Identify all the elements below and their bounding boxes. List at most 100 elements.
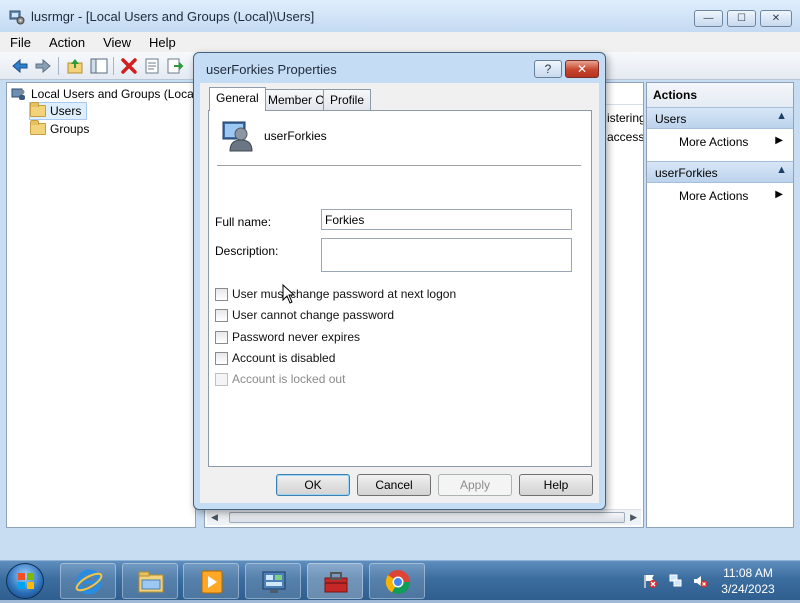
menu-help[interactable]: Help (139, 35, 184, 50)
control-panel-icon (262, 571, 286, 593)
checkbox-must-change-password[interactable]: User must change password at next logon (215, 287, 456, 301)
user-properties-dialog: userForkies Properties ? ✕ General Membe… (193, 52, 606, 510)
action-center-flag-icon[interactable] (642, 573, 658, 589)
mouse-cursor-icon (282, 284, 296, 304)
general-tab-panel: userForkies Full name: Description: User… (208, 110, 592, 467)
action-more-actions[interactable]: More Actions ▶ (647, 132, 793, 152)
checkbox-label: Account is locked out (232, 372, 346, 386)
users-groups-icon (11, 88, 25, 100)
checkbox[interactable] (215, 287, 228, 301)
checkbox-cannot-change-password[interactable]: User cannot change password (215, 308, 394, 322)
menu-view[interactable]: View (93, 35, 139, 50)
dialog-help-button[interactable]: ? (534, 60, 562, 78)
menu-file[interactable]: File (0, 35, 39, 50)
help-button[interactable]: Help (519, 474, 593, 496)
horizontal-scrollbar[interactable]: ◀ ▶ (207, 509, 641, 525)
back-arrow-icon[interactable] (11, 57, 29, 75)
tree-item-groups[interactable]: Groups (30, 120, 89, 138)
export-list-icon[interactable] (166, 57, 184, 75)
delete-icon[interactable] (120, 57, 138, 75)
toolbar-separator (58, 57, 59, 75)
clock[interactable]: 11:08 AM 3/24/2023 (712, 565, 784, 597)
close-button[interactable]: ✕ (760, 10, 792, 27)
checkbox[interactable] (215, 330, 228, 344)
scroll-right-icon[interactable]: ▶ (630, 512, 637, 523)
console-tree: Local Users and Groups (Local) Users Gro… (6, 82, 200, 528)
media-player-icon (201, 570, 223, 594)
status-bar (0, 530, 800, 560)
description-label: Description: (215, 244, 279, 258)
folder-icon (30, 120, 46, 135)
tree-root[interactable]: Local Users and Groups (Local) (11, 85, 200, 103)
menu-action[interactable]: Action (39, 35, 93, 50)
action-section-userforkies[interactable]: userForkies ▲ (647, 161, 793, 183)
list-cell-fragment: access t (607, 130, 643, 144)
forward-arrow-icon[interactable] (34, 57, 52, 75)
actions-title: Actions (647, 83, 793, 107)
computer-management-icon (9, 10, 25, 25)
action-more-actions[interactable]: More Actions ▶ (647, 186, 793, 206)
user-account-icon (222, 121, 253, 152)
cancel-button[interactable]: Cancel (357, 474, 431, 496)
window-title: lusrmgr - [Local Users and Groups (Local… (31, 9, 315, 24)
apply-button: Apply (438, 474, 512, 496)
start-button[interactable] (6, 563, 44, 599)
taskbar-control-panel[interactable] (245, 563, 301, 599)
description-input[interactable] (321, 238, 572, 272)
taskbar-chrome[interactable] (369, 563, 425, 599)
file-explorer-icon (138, 571, 164, 593)
dialog-body: General Member Of Profile userForkies Fu… (200, 83, 599, 503)
taskbar-internet-explorer[interactable] (60, 563, 116, 599)
chrome-icon (385, 570, 410, 595)
dialog-close-button[interactable]: ✕ (565, 60, 599, 78)
checkbox-account-locked-out: Account is locked out (215, 372, 345, 386)
internet-explorer-icon (75, 569, 103, 595)
taskbar-file-explorer[interactable] (122, 563, 178, 599)
scroll-left-icon[interactable]: ◀ (211, 512, 218, 523)
checkbox[interactable] (215, 308, 228, 322)
checkbox-account-disabled[interactable]: Account is disabled (215, 351, 335, 365)
taskbar: 11:08 AM 3/24/2023 (0, 560, 800, 600)
fullname-label: Full name: (215, 215, 272, 229)
checkbox-password-never-expires[interactable]: Password never expires (215, 330, 360, 344)
action-item-label: More Actions (679, 135, 749, 149)
window-titlebar[interactable]: lusrmgr - [Local Users and Groups (Local… (0, 0, 800, 32)
action-section-label: userForkies (655, 166, 718, 180)
toolbox-icon (324, 572, 348, 593)
submenu-arrow-icon: ▶ (775, 135, 783, 146)
tab-profile[interactable]: Profile (323, 89, 372, 110)
tree-item-users[interactable]: Users (29, 102, 87, 120)
menu-bar: File Action View Help (0, 32, 800, 52)
properties-icon[interactable] (143, 57, 161, 75)
checkbox-label: Account is disabled (232, 351, 336, 365)
show-hide-tree-icon[interactable] (90, 57, 108, 75)
taskbar-computer-management[interactable] (307, 563, 363, 599)
submenu-arrow-icon: ▶ (775, 189, 783, 200)
action-item-label: More Actions (679, 189, 749, 203)
tree-item-label: Groups (50, 122, 90, 136)
actions-pane: Actions Users ▲ More Actions ▶ userForki… (646, 82, 794, 528)
minimize-button[interactable]: — (694, 10, 723, 27)
ok-button[interactable]: OK (276, 474, 350, 496)
tab-general[interactable]: General (209, 87, 266, 111)
action-section-users[interactable]: Users ▲ (647, 107, 793, 129)
list-cell-fragment: istering (607, 111, 643, 125)
clock-date: 3/24/2023 (721, 582, 775, 596)
dialog-title: userForkies Properties (206, 62, 337, 77)
checkbox-label: User must change password at next logon (232, 287, 457, 301)
up-folder-icon[interactable] (66, 57, 84, 75)
collapse-icon[interactable]: ▲ (776, 110, 787, 122)
volume-muted-icon[interactable] (692, 573, 708, 589)
checkbox-label: Password never expires (232, 330, 361, 344)
tree-root-label: Local Users and Groups (Local) (31, 87, 201, 101)
network-icon[interactable] (668, 573, 684, 589)
action-section-label: Users (655, 112, 687, 126)
maximize-button[interactable]: ☐ (727, 10, 756, 27)
checkbox[interactable] (215, 351, 228, 365)
checkbox (215, 372, 228, 386)
collapse-icon[interactable]: ▲ (776, 164, 787, 176)
checkbox-label: User cannot change password (232, 308, 395, 322)
scroll-thumb[interactable] (229, 512, 625, 523)
fullname-input[interactable] (321, 209, 572, 230)
taskbar-media-player[interactable] (183, 563, 239, 599)
